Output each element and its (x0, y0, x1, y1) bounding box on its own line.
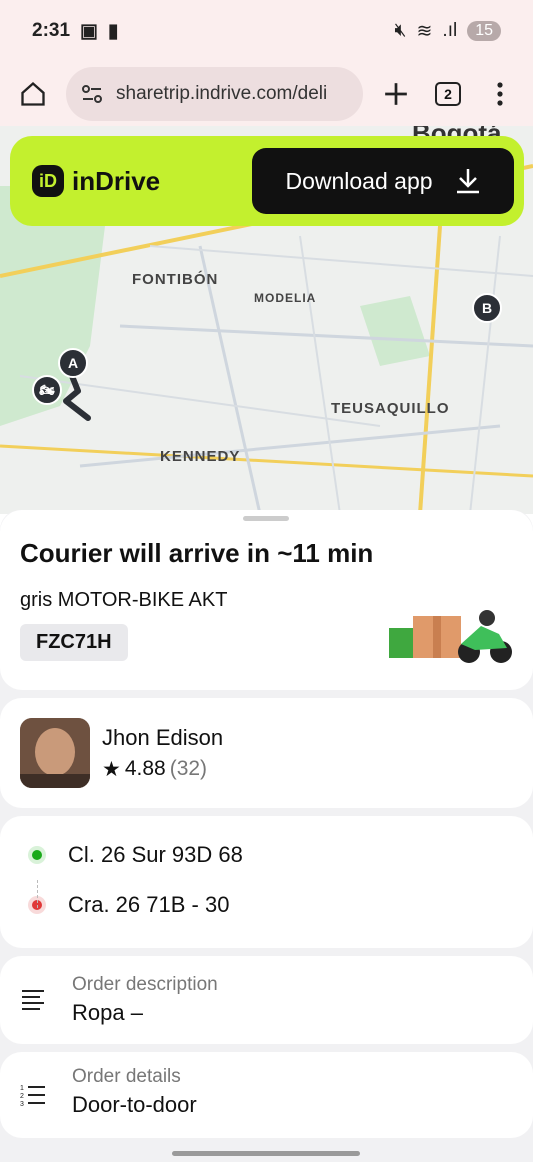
battery-saver-icon: ▮ (107, 20, 119, 42)
route-from: Cl. 26 Sur 93D 68 (20, 830, 513, 880)
sheet-handle[interactable] (243, 516, 289, 521)
route-from-address: Cl. 26 Sur 93D 68 (68, 842, 243, 867)
delivery-illustration-icon (389, 610, 512, 663)
tab-count: 2 (435, 82, 461, 106)
order-description-label: Order description (72, 974, 218, 995)
map-view[interactable]: Bogotá FONTIBÓN MODELIA TEUSAQUILLO KENN… (0, 126, 533, 514)
driver-name: Jhon Edison (102, 724, 224, 750)
url-text: sharetrip.indrive.com/deli (116, 83, 328, 104)
driver-photo (20, 718, 90, 788)
star-icon: ★ (102, 757, 121, 781)
map-label-modelia: MODELIA (254, 291, 317, 305)
browser-toolbar: sharetrip.indrive.com/deli 2 (0, 62, 533, 126)
map-label-fontibon: FONTIBÓN (132, 271, 219, 288)
address-bar[interactable]: sharetrip.indrive.com/deli (66, 67, 363, 121)
license-plate: FZC71H (20, 624, 128, 661)
svg-text:2: 2 (20, 1093, 24, 1100)
order-description-value: Ropa – (72, 1000, 143, 1025)
status-time: 2:31 (32, 20, 71, 41)
tab-switcher-button[interactable]: 2 (429, 75, 467, 113)
bottom-sheet: Courier will arrive in ~11 min gris MOTO… (0, 510, 533, 1162)
site-settings-icon (82, 85, 102, 103)
driver-rating: ★ 4.88 (32) (102, 757, 223, 782)
more-vert-icon (497, 82, 503, 106)
driver-avatar (20, 718, 90, 788)
new-tab-button[interactable] (377, 75, 415, 113)
status-right: 🔇︎ ≋ .ıl 15 (395, 20, 501, 43)
menu-button[interactable] (481, 75, 519, 113)
download-icon (456, 169, 479, 194)
route-card: Cl. 26 Sur 93D 68 Cra. 26 71B - 30 (0, 816, 533, 948)
download-app-label: Download app (285, 167, 433, 194)
numbered-list-icon: 123 (20, 1085, 45, 1108)
text-lines-icon (22, 990, 44, 1010)
courier-bike-icon: 🏍︎ (32, 375, 62, 405)
battery-badge: 15 (467, 21, 501, 41)
route-to: Cra. 26 71B - 30 (20, 880, 513, 930)
map-label-kennedy: KENNEDY (160, 448, 241, 465)
order-details-label: Order details (72, 1066, 181, 1087)
gesture-bar[interactable] (172, 1151, 360, 1156)
order-description-card: Order description Ropa – (0, 956, 533, 1044)
order-details-card: 123 Order details Door-to-door (0, 1052, 533, 1138)
indrive-logo: iD inDrive (32, 165, 160, 197)
svg-text:3: 3 (20, 1101, 24, 1108)
dropoff-marker[interactable]: B (472, 293, 502, 323)
signal-icon: .ıl (442, 20, 458, 41)
status-bar: 2:31 ▣ ▮ 🔇︎ ≋ .ıl 15 (0, 0, 533, 62)
mute-icon: 🔇︎ (394, 20, 407, 41)
order-details-value: Door-to-door (72, 1092, 197, 1117)
home-icon (21, 81, 45, 106)
wifi-icon: ≋ (416, 20, 433, 42)
svg-text:1: 1 (20, 1085, 24, 1092)
status-left: 2:31 ▣ ▮ (32, 20, 118, 43)
home-button[interactable] (14, 75, 52, 113)
driver-card[interactable]: Jhon Edison ★ 4.88 (32) (0, 698, 533, 808)
brand-name: inDrive (72, 165, 161, 196)
rating-count: (32) (169, 757, 208, 780)
rating-value: 4.88 (124, 757, 166, 780)
app-banner[interactable]: iD inDrive Download app (10, 136, 524, 226)
pickup-marker[interactable]: A (58, 348, 88, 378)
eta-title: Courier will arrive in ~11 min (20, 538, 374, 568)
origin-dot-icon (32, 850, 42, 860)
route-connector (37, 880, 38, 908)
download-app-button[interactable]: Download app (252, 148, 514, 214)
indrive-logo-icon: iD (32, 165, 64, 197)
courier-card: Courier will arrive in ~11 min gris MOTO… (0, 510, 533, 690)
route-to-address: Cra. 26 71B - 30 (68, 892, 230, 917)
plus-icon (385, 83, 407, 105)
screen-record-icon: ▣ (80, 20, 98, 42)
map-label-teusaquillo: TEUSAQUILLO (331, 400, 450, 417)
